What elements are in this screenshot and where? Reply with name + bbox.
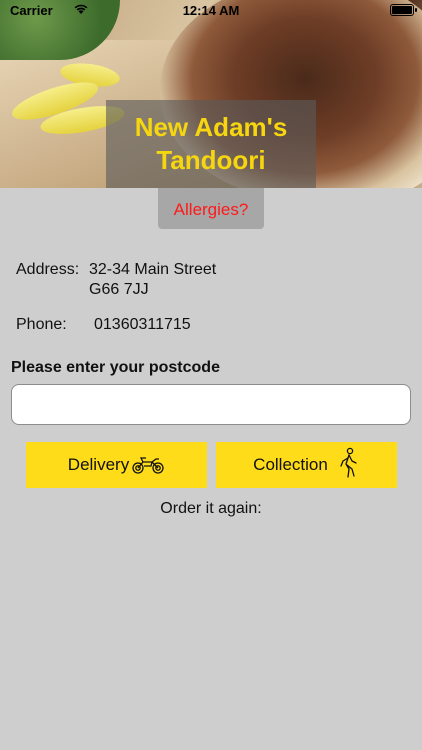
order-again-label: Order it again: — [160, 500, 262, 517]
restaurant-name-line2: Tandoori — [156, 145, 266, 175]
collection-label: Collection — [253, 455, 328, 474]
address-line2: G66 7JJ — [89, 281, 149, 298]
delivery-label: Delivery — [67, 455, 130, 474]
status-time: 12:14 AM — [182, 3, 240, 18]
allergies-button[interactable]: Allergies? — [158, 188, 264, 229]
phone-number[interactable]: 01360311715 — [94, 316, 191, 334]
walking-person-icon — [338, 447, 360, 484]
phone-label: Phone: — [16, 316, 67, 333]
motorbike-icon — [131, 450, 165, 481]
address-line1: 32-34 Main Street — [89, 261, 217, 278]
postcode-label: Please enter your postcode — [11, 359, 220, 376]
battery-icon — [390, 4, 417, 16]
postcode-input[interactable] — [11, 384, 411, 425]
address-label: Address: — [16, 261, 80, 278]
restaurant-name-line1: New Adam's — [134, 112, 288, 142]
collection-button[interactable]: Collection — [216, 442, 397, 488]
restaurant-title: New Adam's Tandoori — [106, 100, 316, 188]
delivery-button[interactable]: Delivery — [26, 442, 207, 488]
status-bar: Carrier 12:14 AM — [0, 0, 422, 22]
